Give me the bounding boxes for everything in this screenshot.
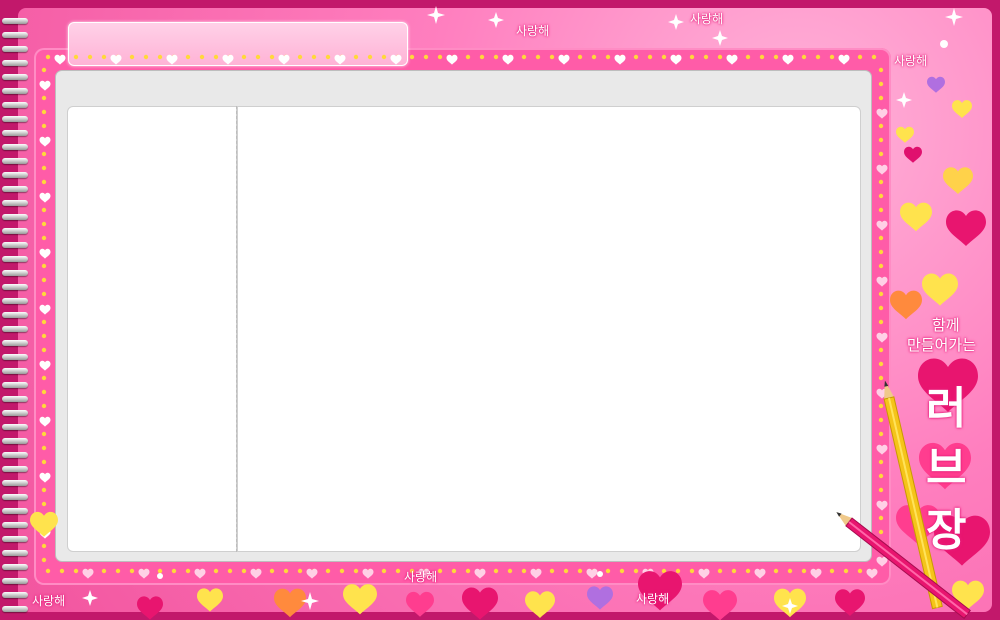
spiral-ring <box>2 172 28 178</box>
spiral-ring <box>2 592 28 598</box>
spiral-ring <box>2 102 28 108</box>
spiral-ring <box>2 354 28 360</box>
spiral-binding-icon <box>0 0 30 620</box>
spiral-ring <box>2 340 28 346</box>
spiral-ring <box>2 32 28 38</box>
spiral-ring <box>2 522 28 528</box>
spiral-ring <box>2 88 28 94</box>
spiral-ring <box>2 382 28 388</box>
spiral-ring <box>2 606 28 612</box>
spiral-ring <box>2 424 28 430</box>
spiral-ring <box>2 298 28 304</box>
spiral-ring <box>2 368 28 374</box>
spiral-ring <box>2 452 28 458</box>
spiral-ring <box>2 466 28 472</box>
spiral-ring <box>2 312 28 318</box>
spiral-ring <box>2 508 28 514</box>
spiral-ring <box>2 242 28 248</box>
spiral-ring <box>2 158 28 164</box>
side-title-char: 브 <box>926 443 967 494</box>
spiral-ring <box>2 270 28 276</box>
title-input-box[interactable] <box>68 22 408 66</box>
love-word-label: 사랑해 <box>690 12 724 26</box>
spiral-ring <box>2 18 28 24</box>
spiral-ring <box>2 438 28 444</box>
spiral-ring <box>2 228 28 234</box>
spiral-ring <box>2 186 28 192</box>
spiral-ring <box>2 256 28 262</box>
side-title-line2: 만들어가는 <box>907 336 977 354</box>
spiral-ring <box>2 396 28 402</box>
spiral-ring <box>2 200 28 206</box>
spiral-ring <box>2 410 28 416</box>
spiral-ring <box>2 494 28 500</box>
left-menu-panel[interactable] <box>67 106 237 552</box>
spiral-ring <box>2 116 28 122</box>
spiral-ring <box>2 284 28 290</box>
side-title-char: 장 <box>926 505 967 556</box>
spiral-ring <box>2 578 28 584</box>
love-word-label: 사랑해 <box>636 592 670 606</box>
spiral-ring <box>2 144 28 150</box>
spiral-ring <box>2 46 28 52</box>
spiral-ring <box>2 214 28 220</box>
spiral-ring <box>2 60 28 66</box>
spiral-ring <box>2 130 28 136</box>
spiral-ring <box>2 326 28 332</box>
spiral-ring <box>2 564 28 570</box>
spiral-ring <box>2 550 28 556</box>
panel-divider <box>236 106 237 552</box>
love-word-label: 사랑해 <box>894 54 928 68</box>
spiral-ring <box>2 536 28 542</box>
side-title-char: 러 <box>926 383 967 434</box>
spiral-ring <box>2 480 28 486</box>
love-word-label: 사랑해 <box>404 570 438 584</box>
love-word-label: 사랑해 <box>32 594 66 608</box>
love-word-label: 사랑해 <box>516 24 550 38</box>
love-diary-window: 사랑해 사랑해 사랑해 사랑해 사랑해 사랑해 함께 만들어가는 러 브 장 <box>0 0 1000 620</box>
side-title-line1: 함께 <box>932 316 960 334</box>
spiral-ring <box>2 74 28 80</box>
main-content-panel[interactable] <box>237 106 861 552</box>
